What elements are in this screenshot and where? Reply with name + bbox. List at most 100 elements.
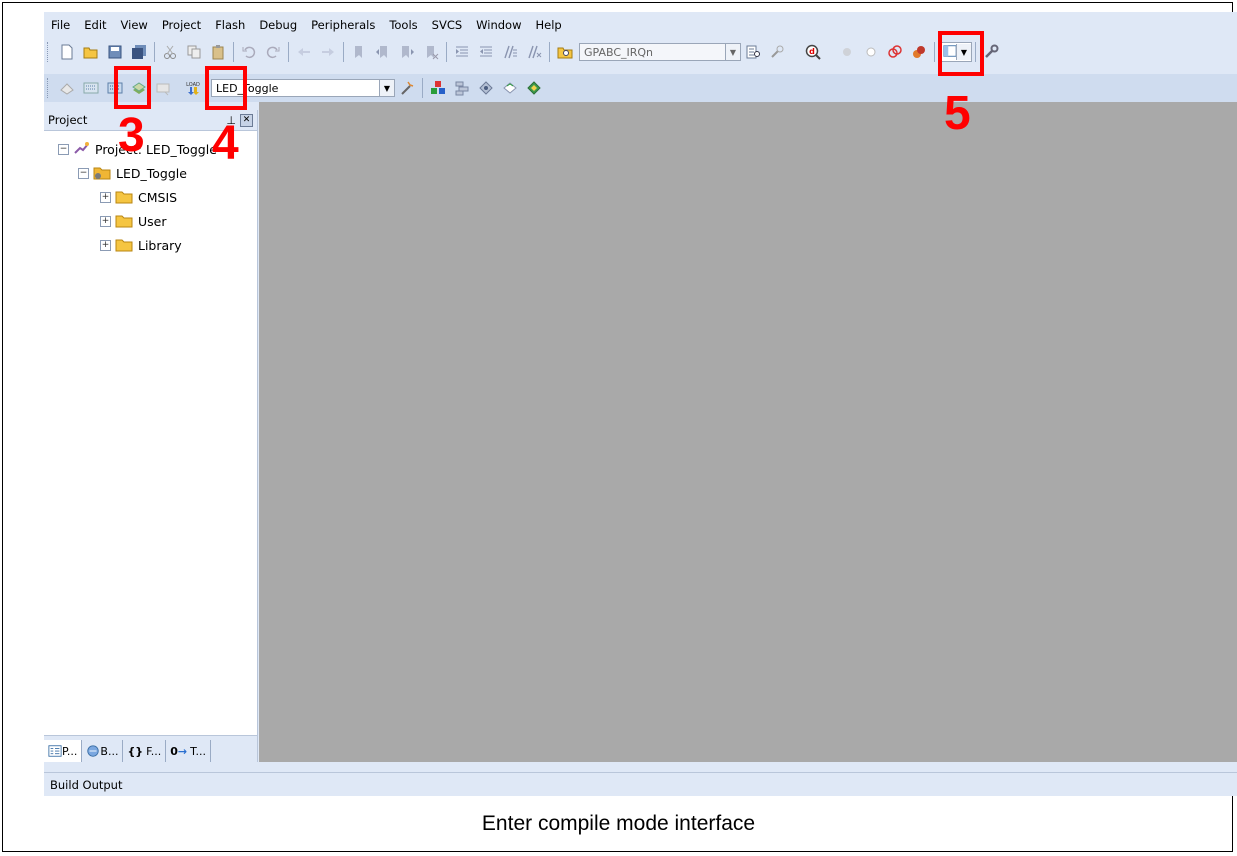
pack-installer-icon[interactable] [476,78,496,98]
menu-svcs[interactable]: SVCS [425,18,470,32]
tab-label: T... [190,744,206,758]
annotation-number-5: 5 [944,87,971,140]
open-file-icon[interactable] [81,42,101,62]
comment-icon[interactable] [500,42,520,62]
toolbar-separator [233,42,234,62]
toolbar-separator [154,42,155,62]
chevron-down-icon[interactable]: ▼ [725,44,740,60]
collapse-toggle-icon[interactable]: − [58,143,69,155]
chevron-down-icon[interactable]: ▼ [379,80,394,96]
configure-icon[interactable] [981,42,1001,62]
bookmark-clear-icon[interactable] [421,42,441,62]
menu-file[interactable]: File [44,18,77,32]
target-options-icon[interactable] [397,78,417,98]
select-packs-icon[interactable] [452,78,472,98]
project-panel: Project ⊥ ✕ − Project: LED_Toggle − LED_… [44,110,258,762]
toolbar-separator [288,42,289,62]
tab-templates[interactable]: 0→ T... [166,740,211,762]
highlight-box-debug [938,31,984,76]
menu-bar: File Edit View Project Flash Debug Perip… [44,12,1237,38]
uncomment-icon[interactable] [524,42,544,62]
navigate-forward-icon[interactable] [318,42,338,62]
run-time-env-icon[interactable] [524,78,544,98]
find-in-files-icon[interactable] [555,42,575,62]
annotation-number-3: 3 [118,109,145,162]
expand-toggle-icon[interactable]: + [100,215,111,227]
expand-toggle-icon[interactable]: + [100,191,111,203]
copy-icon[interactable] [184,42,204,62]
close-icon[interactable]: ✕ [240,113,253,127]
redo-icon[interactable] [263,42,283,62]
tree-node-group[interactable]: + User [44,209,257,233]
menu-help[interactable]: Help [529,18,569,32]
toolbar-grip[interactable] [47,42,52,62]
menu-peripherals[interactable]: Peripherals [304,18,382,32]
build-icon[interactable] [81,78,101,98]
breakpoint-insert-icon[interactable] [837,42,857,62]
toolbar-separator [549,42,550,62]
breakpoint-disable-all-icon[interactable] [885,42,905,62]
bookmark-prev-icon[interactable] [373,42,393,62]
menu-tools[interactable]: Tools [382,18,424,32]
undo-icon[interactable] [239,42,259,62]
annotation-number-4: 4 [212,117,239,170]
manage-components-icon[interactable] [428,78,448,98]
breakpoint-enable-icon[interactable] [861,42,881,62]
unindent-icon[interactable] [476,42,496,62]
debug-session-icon[interactable]: d [803,42,823,62]
editor-area[interactable] [259,102,1237,762]
menu-view[interactable]: View [114,18,155,32]
panel-tab-strip: P... B... {} F... 0→ T... [44,735,257,762]
breakpoint-kill-all-icon[interactable] [909,42,929,62]
tree-node-label: Library [138,237,182,253]
tree-node-group[interactable]: + CMSIS [44,185,257,209]
bookmark-icon[interactable] [349,42,369,62]
project-panel-title: Project [48,113,88,127]
tree-node-label: LED_Toggle [116,165,187,181]
books-tab-icon [87,745,100,757]
menu-debug[interactable]: Debug [252,18,304,32]
paste-icon[interactable] [208,42,228,62]
collapse-toggle-icon[interactable]: − [78,167,89,179]
templates-icon: 0→ [170,744,188,758]
tab-label: P... [62,744,78,758]
menu-edit[interactable]: Edit [77,18,113,32]
navigate-back-icon[interactable] [294,42,314,62]
tab-project[interactable]: P... [44,740,83,762]
toolbar-separator [446,42,447,62]
folder-icon [115,239,133,252]
translate-icon[interactable] [57,78,77,98]
incremental-find-icon[interactable] [767,42,787,62]
svg-text:d: d [809,47,815,56]
load-icon-text: LOAD [186,82,200,88]
folder-icon [115,215,133,228]
tree-node-group[interactable]: + Library [44,233,257,257]
save-all-icon[interactable] [129,42,149,62]
new-file-icon[interactable] [57,42,77,62]
find-icon[interactable] [743,42,763,62]
expand-toggle-icon[interactable]: + [100,239,111,251]
menu-flash[interactable]: Flash [208,18,252,32]
find-combo-value: GPABC_IRQn [584,45,654,59]
toolbar-grip[interactable] [47,78,52,98]
manage-rte-icon[interactable] [500,78,520,98]
tab-books[interactable]: B... [82,740,124,762]
menu-window[interactable]: Window [469,18,528,32]
find-combo[interactable]: GPABC_IRQn ▼ [579,43,741,61]
save-icon[interactable] [105,42,125,62]
tab-label: B... [100,744,119,758]
tab-functions[interactable]: {} F... [123,740,167,762]
build-output-title: Build Output [50,777,123,792]
tree-node-label: CMSIS [138,189,178,205]
cut-icon[interactable] [160,42,180,62]
bookmark-next-icon[interactable] [397,42,417,62]
menu-project[interactable]: Project [155,18,208,32]
project-root-icon [74,142,89,154]
indent-icon[interactable] [452,42,472,62]
stop-build-icon[interactable] [153,78,173,98]
tab-label: F... [146,744,162,758]
tree-node-label: User [138,213,167,229]
download-icon[interactable]: LOAD [183,78,203,98]
toolbar-separator [343,42,344,62]
braces-icon: {} [127,744,144,758]
